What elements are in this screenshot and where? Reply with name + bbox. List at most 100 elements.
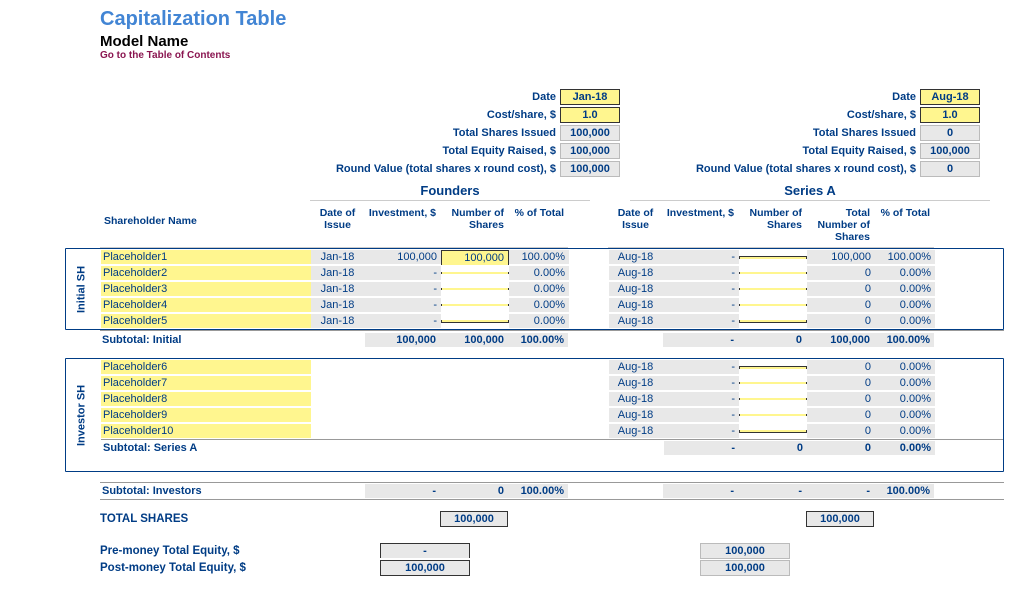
shareholder-name[interactable]: Placeholder2 [101,266,311,280]
shares-f[interactable]: 100,000 [441,250,509,265]
round-label-cost-f: Cost/share, $ [310,109,560,121]
total-shares-label: TOTAL SHARES [100,513,310,525]
pct-f: 0.00% [509,314,569,328]
date-issue-a: Aug-18 [609,298,664,312]
date-issue-f: Jan-18 [311,250,366,264]
col-shareholder: Shareholder Name [100,201,310,248]
shareholder-name[interactable]: Placeholder6 [101,360,311,374]
round-val-date-f[interactable]: Jan-18 [560,89,620,105]
shares-f[interactable] [441,304,509,306]
date-issue-a: Aug-18 [609,282,664,296]
investors-all-label: Subtotal: Investors [100,484,310,498]
table-row: Placeholder6 Aug-18 - 0 0.00% [101,359,1003,375]
date-issue-f: Jan-18 [311,314,366,328]
subtotal-pct-f: 100.00% [508,333,568,347]
shares-a[interactable] [739,256,807,259]
shareholder-name[interactable]: Placeholder4 [101,298,311,312]
round-val-date-a[interactable]: Aug-18 [920,89,980,105]
round-val-totalEquity-f: 100,000 [560,143,620,159]
round-label-totalShares-a: Total Shares Issued [660,127,920,139]
all-pct-a: 100.00% [874,484,934,498]
shares-a[interactable] [739,288,807,290]
subtotal-shares-a: 0 [738,333,806,347]
model-name: Model Name [100,33,1004,50]
date-issue-a: Aug-18 [609,408,664,422]
postmoney-founders: 100,000 [380,560,470,576]
shareholder-name[interactable]: Placeholder5 [101,314,311,328]
date-issue-a: Aug-18 [609,250,664,264]
totshares-a: 0 [807,282,875,296]
investment-a: - [664,314,739,328]
investor-group: Investor SH Placeholder6 Aug-18 - 0 0.00… [65,358,1004,472]
table-row: Placeholder8 Aug-18 - 0 0.00% [101,391,1003,407]
seriesa-title: Series A [630,183,990,201]
total-shares-founders: 100,000 [440,511,508,527]
col-totshares-a: Total Number of Shares [806,201,874,248]
shareholder-name[interactable]: Placeholder7 [101,376,311,390]
shareholder-name[interactable]: Placeholder3 [101,282,311,296]
initial-subtotal: Subtotal: Initial 100,000 100,000 100.00… [100,330,1004,348]
all-shares-f: 0 [440,484,508,498]
toc-link[interactable]: Go to the Table of Contents [100,50,1004,61]
shares-a[interactable] [739,320,807,323]
premoney-founders: - [380,543,470,558]
investment-a: - [664,424,739,438]
date-issue-a: Aug-18 [609,392,664,406]
subtotal-shares-f: 100,000 [440,333,508,347]
shares-a[interactable] [739,382,807,384]
investment-f: - [366,314,441,328]
page-title: Capitalization Table [100,8,1004,31]
postmoney-seriesa: 100,000 [700,560,790,576]
shares-f[interactable] [441,272,509,274]
table-row: Placeholder1 Jan-18 100,000 100,000 100.… [101,249,1003,265]
pct-f: 0.00% [509,298,569,312]
pct-a: 0.00% [875,266,935,280]
shareholder-name[interactable]: Placeholder9 [101,408,311,422]
section-titles: Founders Series A [100,183,1004,201]
totshares-a: 0 [807,298,875,312]
col-dateissue-f: Date of Issue [310,201,365,248]
investment-f: - [366,266,441,280]
subtotal-tot-a: 100,000 [806,333,874,347]
table-row: Placeholder4 Jan-18 - 0.00% Aug-18 - 0 0… [101,297,1003,313]
shares-f[interactable] [441,320,509,323]
date-issue-f: Jan-18 [311,282,366,296]
shares-a[interactable] [739,304,807,306]
shares-a[interactable] [739,366,807,369]
col-numshares-a: Number of Shares [738,201,806,248]
subtotal-pct-a: 0.00% [875,441,935,455]
date-issue-a: Aug-18 [609,424,664,438]
date-issue-a: Aug-18 [609,376,664,390]
shareholder-name[interactable]: Placeholder1 [101,250,311,264]
shareholder-name[interactable]: Placeholder8 [101,392,311,406]
round-val-cost-a[interactable]: 1.0 [920,107,980,123]
table-row: Placeholder3 Jan-18 - 0.00% Aug-18 - 0 0… [101,281,1003,297]
date-issue-f: Jan-18 [311,298,366,312]
premoney-label: Pre-money Total Equity, $ [100,545,380,557]
round-label-totalShares-f: Total Shares Issued [310,127,560,139]
round-val-roundValue-f: 100,000 [560,161,620,177]
pct-f: 100.00% [509,250,569,264]
shares-a[interactable] [739,430,807,433]
subtotal-pct-a: 100.00% [874,333,934,347]
totshares-a: 0 [807,392,875,406]
pct-a: 0.00% [875,314,935,328]
pct-a: 0.00% [875,408,935,422]
investor-label: Investor SH [66,359,96,471]
date-issue-a: Aug-18 [609,314,664,328]
investment-a: - [664,392,739,406]
pct-a: 0.00% [875,360,935,374]
shares-a[interactable] [739,272,807,274]
shares-a[interactable] [739,398,807,400]
round-val-cost-f[interactable]: 1.0 [560,107,620,123]
shares-f[interactable] [441,288,509,290]
premoney-seriesa: 100,000 [700,543,790,559]
shareholder-name[interactable]: Placeholder10 [101,424,311,438]
round-label-roundValue-a: Round Value (total shares x round cost),… [660,163,920,175]
column-headers: Shareholder Name Date of Issue Investmen… [100,201,1004,248]
all-shares-a: - [738,484,806,498]
shares-a[interactable] [739,414,807,416]
investment-a: - [664,250,739,264]
pct-a: 0.00% [875,424,935,438]
totshares-a: 0 [807,424,875,438]
